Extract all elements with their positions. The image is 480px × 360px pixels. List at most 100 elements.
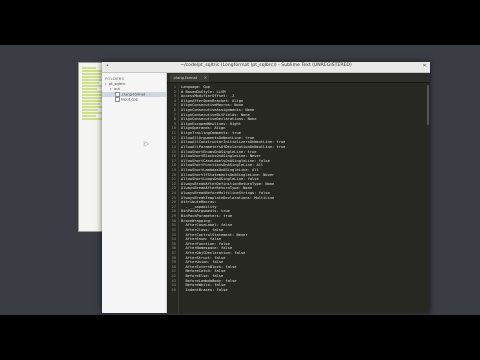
code-value: true xyxy=(243,135,255,140)
code-value: false xyxy=(216,241,230,246)
code-editor[interactable]: 1 Language: Cpp 2 # BasedOnStyle: LLVM 3 Acce… xyxy=(167,83,430,313)
code-key: AllowShortIfStatementsOnASingleLine: xyxy=(181,172,261,177)
code-key: AllowShortLoopsOnASingleLine: xyxy=(181,177,246,182)
highlighted-text-line xyxy=(82,88,97,90)
code-key: IndentBraces: xyxy=(181,287,215,292)
code-key: AllowAllConstructorInitializersOnNextLin… xyxy=(181,140,275,145)
code-value: Align xyxy=(212,126,226,131)
code-key: AllowShortFunctionsOnASingleLine: xyxy=(181,163,255,168)
code-key: BeforeLambdaBody: xyxy=(181,278,224,283)
code-value: LLVM xyxy=(214,89,226,94)
tab-bar: .clang-format × xyxy=(167,73,430,83)
code-key: AfterNamespace: xyxy=(181,246,219,251)
code-key: AfterClass: xyxy=(181,227,210,232)
code-key: AlignOperands: xyxy=(181,126,213,131)
code-key: AfterFunction: xyxy=(181,241,217,246)
sidebar: FOLDERS ▾ pt_sqltric ▾ out .clang-format inpu… xyxy=(102,73,167,313)
mouse-cursor-icon: ➤ xyxy=(143,140,149,148)
tab-close-icon[interactable]: × xyxy=(204,74,207,82)
window-title: ~/code/pt_sqltric (Longformat (pt_sqlbrc… xyxy=(180,63,352,68)
highlighted-text-line xyxy=(82,67,96,69)
code-value: false xyxy=(209,227,224,232)
code-value: false xyxy=(256,158,270,163)
code-value: false xyxy=(212,269,226,274)
highlighted-text-line xyxy=(82,76,101,78)
video-frame: • ~/code/pt_sqltric (Longformat (pt_sqlb… xyxy=(0,45,480,315)
code-key: AlwaysBreakAfterDefinitionReturnType: xyxy=(181,181,264,186)
scrollbar[interactable] xyxy=(427,85,429,125)
code-value: true xyxy=(245,149,257,154)
code-key: AlwaysBreakBeforeMultilineStrings: xyxy=(181,191,257,196)
code-value: false xyxy=(212,283,226,288)
code-key: AllowShortCaseLabelsOnASingleLine: xyxy=(181,158,257,163)
code-value: false xyxy=(209,260,224,265)
code-value: None xyxy=(238,112,250,117)
code-key: BeforeWhile: xyxy=(181,283,213,288)
code-value: All xyxy=(249,167,259,172)
close-icon[interactable]: ✕ xyxy=(422,64,427,69)
code-key: AttributeMacros: xyxy=(181,200,217,205)
highlighted-text-line xyxy=(82,103,100,105)
highlighted-text-line xyxy=(82,115,96,117)
code-value: -2 xyxy=(227,94,235,99)
code-key: AfterCaseLabel: xyxy=(181,223,219,228)
tab-label: .clang-format xyxy=(173,76,198,80)
sidebar-item-label: pt_sqltric xyxy=(109,82,126,86)
code-value: Never xyxy=(247,154,261,159)
sidebar-item-label: input.cpp xyxy=(121,97,138,102)
code-key: AccessModifierOffset: xyxy=(181,94,228,99)
highlighted-text-line xyxy=(82,109,98,111)
code-value: None xyxy=(243,108,255,113)
code-key: BinPackParameters: xyxy=(181,214,221,219)
code-key: AlwaysBreakAfterReturnType: xyxy=(181,186,241,191)
code-key: AfterStruct: xyxy=(181,255,213,260)
tab-clang-format[interactable]: .clang-format × xyxy=(170,74,209,82)
file-icon xyxy=(115,97,120,102)
code-value: Never xyxy=(260,172,275,177)
highlighted-text-line xyxy=(82,118,103,120)
code-value: false xyxy=(218,223,233,228)
sidebar-item-label: .clang-format xyxy=(121,92,146,97)
code-lines: 1 Language: Cpp 2 # BasedOnStyle: LLVM 3 Acce… xyxy=(167,85,430,292)
code-value: None xyxy=(263,181,275,186)
code-key: AfterObjCDeclaration: xyxy=(181,250,233,255)
title-bar[interactable]: • ~/code/pt_sqltric (Longformat (pt_sqlb… xyxy=(102,62,430,73)
code-line: 45 IndentBraces: false xyxy=(167,288,430,293)
highlighted-text-line xyxy=(82,82,99,84)
code-value: true xyxy=(274,140,286,145)
code-key: AllowAllParametersOfDeclarationOnNextLin… xyxy=(181,144,275,149)
code-key: - __capability xyxy=(181,204,217,209)
code-key: AlignConsecutiveDeclarations: xyxy=(181,117,246,122)
code-value: All xyxy=(254,163,264,168)
code-value: false xyxy=(218,246,233,251)
sublime-text-window[interactable]: • ~/code/pt_sqltric (Longformat (pt_sqlb… xyxy=(102,62,430,313)
line-number: 45 xyxy=(171,287,176,292)
sidebar-header: FOLDERS xyxy=(105,76,125,81)
code-key: BeforeElse: xyxy=(181,273,210,278)
code-value: MultiLine xyxy=(252,195,275,200)
code-key: AfterEnum: xyxy=(181,237,208,242)
sidebar-item[interactable]: input.cpp xyxy=(102,97,166,102)
code-value: false xyxy=(214,287,228,292)
code-value: Never xyxy=(234,232,248,237)
code-key: AllowAllArgumentsOnNextLine: xyxy=(181,135,244,140)
code-key: AfterUnion: xyxy=(181,260,210,265)
code-key: AlignConsecutiveMacros: xyxy=(181,103,233,108)
code-key: AlignTrailingComments: xyxy=(181,131,230,136)
highlighted-text-line xyxy=(82,91,104,93)
code-value: true xyxy=(229,131,241,136)
code-key: AlignAfterOpenBracket: xyxy=(181,98,230,103)
code-value: false xyxy=(212,255,226,260)
code-value: false xyxy=(207,237,221,242)
code-value: false xyxy=(223,278,237,283)
code-value: true xyxy=(274,144,286,149)
code-value: true xyxy=(220,214,233,219)
code-value: true xyxy=(218,209,230,214)
highlighted-text-line xyxy=(82,70,103,72)
code-key: AlignConsecutiveBitFields: xyxy=(181,112,239,117)
sidebar-item-label: out xyxy=(114,87,120,91)
code-key: Language: xyxy=(181,85,201,89)
code-key: AlwaysBreakTemplateDeclarations: xyxy=(181,195,253,200)
code-value: Right xyxy=(227,121,241,126)
code-key: BraceWrapping: xyxy=(181,218,213,223)
